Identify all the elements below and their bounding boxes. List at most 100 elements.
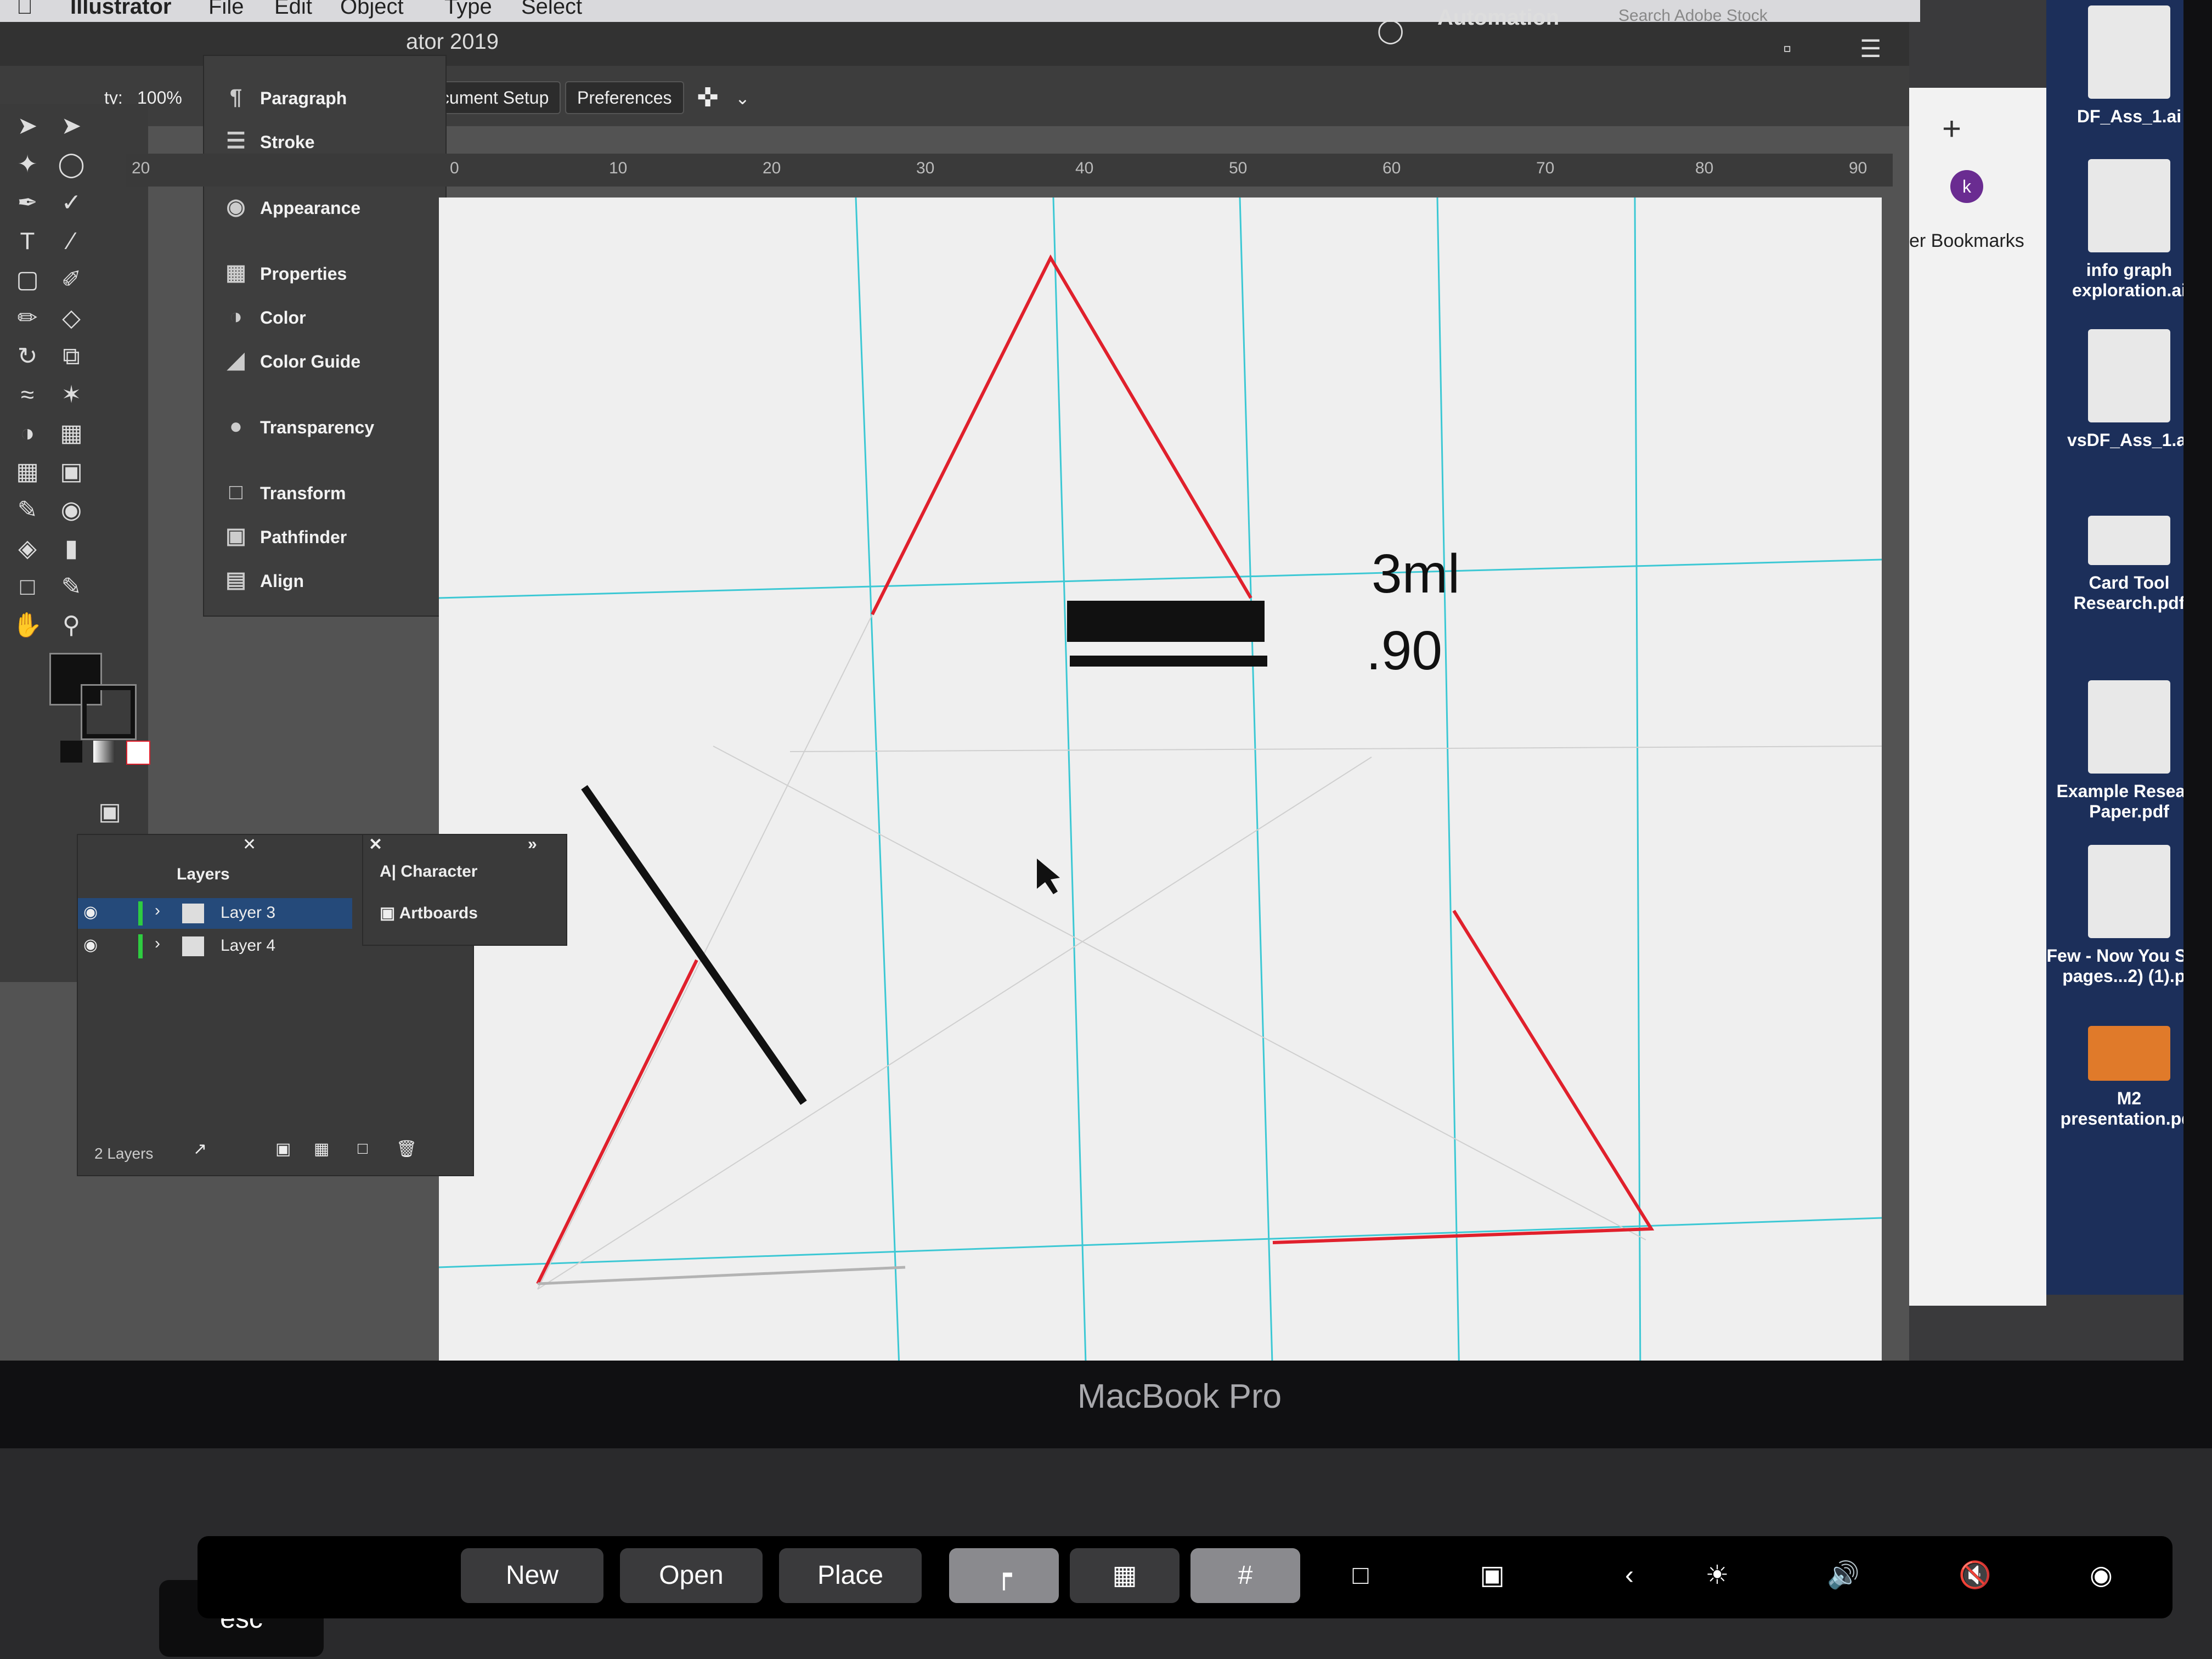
panel-item-transform[interactable]: □ Transform — [221, 473, 346, 511]
touchbar-open-button[interactable]: Open — [620, 1548, 763, 1603]
artboard-crop-icon[interactable]: □ — [1322, 1548, 1399, 1603]
rotate-tool-icon[interactable]: ↻ — [11, 340, 44, 373]
red-triangle-left[interactable] — [536, 959, 698, 1285]
collapse-icon[interactable]: » — [528, 835, 537, 854]
desktop-file[interactable]: info graph exploration.ai — [2046, 159, 2183, 301]
slice-tool-icon[interactable]: ✎ — [55, 571, 88, 603]
desktop-file[interactable]: Card Tool Research.pdf — [2046, 516, 2183, 613]
desktop-file[interactable]: M2 presentation.pdf — [2046, 1026, 2183, 1129]
direct-selection-tool-icon[interactable]: ➤ — [55, 110, 88, 143]
layer-row-selected[interactable]: ◉ › Layer 3 — [78, 898, 352, 929]
panel-item-appearance[interactable]: ◉ Appearance — [221, 188, 361, 226]
hand-tool-icon[interactable]: ✋ — [11, 609, 44, 642]
lasso-icon[interactable]: ◯ — [55, 148, 88, 181]
desktop-file[interactable]: DF_Ass_1.ai — [2046, 5, 2183, 127]
clip-mask-icon[interactable]: ▦ — [314, 1139, 329, 1159]
paintbrush-icon[interactable]: ✐ — [55, 263, 88, 296]
puppet-warp-icon[interactable]: ✶ — [55, 379, 88, 411]
black-bar-thick[interactable] — [1067, 601, 1265, 642]
panel-item-paragraph[interactable]: ¶ Paragraph — [221, 78, 347, 116]
pixel-grid-icon[interactable]: # — [1190, 1548, 1300, 1603]
panel-item-color-guide[interactable]: ◢ Color Guide — [221, 341, 361, 380]
red-triangle-top[interactable] — [871, 254, 1252, 616]
canvas-text-90[interactable]: .90 — [1366, 620, 1442, 681]
blend-tool-icon[interactable]: ◉ — [55, 494, 88, 527]
app-name[interactable]: Illustrator — [70, 0, 171, 19]
new-tab-button[interactable]: + — [1942, 110, 1961, 148]
panel-item-properties[interactable]: ▦ Properties — [221, 253, 347, 292]
symbol-sprayer-icon[interactable]: ◈ — [11, 532, 44, 565]
scale-tool-icon[interactable]: ⧉ — [55, 340, 88, 373]
eye-icon[interactable]: ◉ — [83, 902, 98, 922]
panel-item-pathfinder[interactable]: ▣ Pathfinder — [221, 517, 347, 555]
line-tool-icon[interactable]: ∕ — [55, 225, 88, 258]
workspace-switcher[interactable]: Automation — [1437, 5, 1559, 30]
panel-item-transparency[interactable]: ● Transparency — [221, 407, 374, 445]
color-mode-icon[interactable] — [60, 741, 82, 763]
sublayer-icon[interactable]: ▣ — [275, 1139, 291, 1159]
perspective-grid-icon[interactable]: ▦ — [55, 417, 88, 450]
search-stock-input[interactable]: Search Adobe Stock — [1618, 7, 1768, 25]
arrange-icon[interactable]: ▫ — [1783, 35, 1792, 63]
brightness-icon[interactable]: ☀ — [1679, 1548, 1756, 1603]
expand-arrow-icon[interactable]: › — [155, 901, 160, 920]
eyedropper-icon[interactable]: ✎ — [11, 494, 44, 527]
mesh-tool-icon[interactable]: ▦ — [11, 455, 44, 488]
panel-item-align[interactable]: ▤ Align — [221, 561, 304, 599]
menu-file[interactable]: File — [208, 0, 244, 19]
desktop-file[interactable]: Example Researc Paper.pdf — [2046, 680, 2183, 822]
menu-select[interactable]: Select — [521, 0, 582, 19]
pin-icon[interactable]: ✜ — [697, 82, 719, 113]
touchbar-place-button[interactable]: Place — [779, 1548, 922, 1603]
menu-object[interactable]: Object — [340, 0, 404, 19]
selection-tool-icon[interactable]: ➤ — [11, 110, 44, 143]
lightbulb-icon[interactable]: ◯ — [1377, 16, 1404, 44]
stroke-swatch[interactable] — [81, 684, 137, 740]
rectangle-tool-icon[interactable]: ▢ — [11, 263, 44, 296]
list-icon[interactable]: ☰ — [1860, 35, 1881, 63]
horizontal-ruler[interactable]: 20 0 10 20 30 40 50 60 70 80 90 — [126, 154, 1893, 187]
canvas-text-3ml[interactable]: 3ml — [1372, 543, 1460, 605]
panel-item-color[interactable]: ◑ Color — [221, 297, 306, 336]
graph-tool-icon[interactable]: ▮ — [55, 532, 88, 565]
volume-icon[interactable]: 🔊 — [1805, 1548, 1882, 1603]
width-tool-icon[interactable]: ≈ — [11, 379, 44, 411]
panel-item-character[interactable]: A| Character — [380, 862, 477, 881]
bookmarks-label[interactable]: er Bookmarks — [1909, 230, 2024, 252]
shape-builder-icon[interactable]: ◑ — [11, 417, 44, 450]
tab-layers[interactable]: Layers — [177, 865, 230, 884]
apple-icon[interactable]:  — [16, 0, 33, 19]
close-icon[interactable]: ✕ — [242, 835, 256, 854]
grid-icon[interactable]: ▦ — [1070, 1548, 1180, 1603]
eraser-icon[interactable]: ◇ — [55, 302, 88, 335]
new-layer-icon[interactable]: □ — [358, 1139, 368, 1158]
screen-mode-icon[interactable]: ▣ — [1454, 1548, 1531, 1603]
layer-row[interactable]: ◉ › Layer 4 — [78, 931, 352, 962]
screen-mode-icon[interactable]: ▣ — [93, 795, 126, 828]
artboard-tool-icon[interactable]: □ — [11, 571, 44, 603]
zoom-tool-icon[interactable]: ⚲ — [55, 609, 88, 642]
none-mode-icon[interactable] — [126, 741, 150, 765]
crop-marks-icon[interactable]: ┍ — [949, 1548, 1059, 1603]
close-icon[interactable]: ✕ — [369, 835, 382, 854]
collapse-touchbar-icon[interactable]: ‹ — [1602, 1548, 1657, 1603]
panel-item-artboards[interactable]: ▣ Artboards — [380, 904, 478, 923]
black-bar-thin[interactable] — [1070, 656, 1267, 667]
export-icon[interactable]: ↗ — [193, 1139, 207, 1159]
black-diagonal-line[interactable] — [581, 785, 807, 1105]
touchbar-new-button[interactable]: New — [461, 1548, 603, 1603]
chevron-down-icon[interactable]: ⌄ — [735, 88, 750, 109]
red-triangle-right[interactable] — [1272, 910, 1655, 1244]
gradient-tool-icon[interactable]: ▣ — [55, 455, 88, 488]
siri-icon[interactable]: ◉ — [2068, 1548, 2134, 1603]
trash-icon[interactable]: 🗑 — [396, 1139, 417, 1159]
eye-icon[interactable]: ◉ — [83, 935, 98, 955]
expand-arrow-icon[interactable]: › — [155, 934, 160, 953]
magic-wand-icon[interactable]: ✦ — [11, 148, 44, 181]
profile-avatar[interactable]: k — [1950, 170, 1983, 203]
menu-type[interactable]: Type — [444, 0, 492, 19]
desktop-file[interactable]: Few - Now You Se It pages...2) (1).pd — [2046, 845, 2183, 986]
curvature-tool-icon[interactable]: ✓ — [55, 187, 88, 219]
preferences-button[interactable]: Preferences — [565, 81, 684, 114]
gradient-mode-icon[interactable] — [93, 741, 115, 763]
